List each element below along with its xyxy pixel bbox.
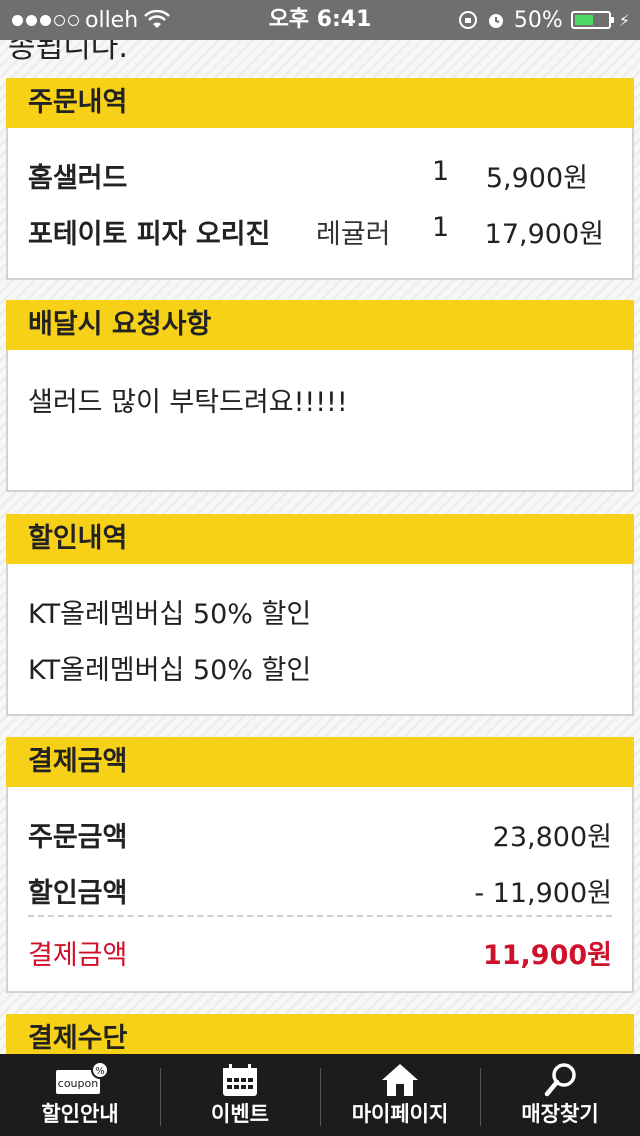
order-section-title: 주문내역 <box>6 78 634 128</box>
order-amount-label: 주문금액 <box>28 822 128 853</box>
request-section-title: 배달시 요청사항 <box>6 300 634 350</box>
tab-discount-info[interactable]: % coupon 할인안내 <box>0 1054 160 1136</box>
request-section: 배달시 요청사항 샐러드 많이 부탁드려요!!!!! <box>6 300 634 492</box>
request-text: 샐러드 많이 부탁드려요!!!!! <box>28 387 348 418</box>
total-amount-label: 결제금액 <box>28 940 128 971</box>
battery-percent: 50% <box>513 7 563 33</box>
search-icon <box>544 1063 576 1097</box>
order-item-qty: 1 <box>432 212 450 243</box>
tab-label: 이벤트 <box>211 1102 269 1126</box>
divider <box>28 915 612 917</box>
tab-event[interactable]: 이벤트 <box>160 1054 320 1136</box>
total-amount-value: 11,900원 <box>482 940 612 971</box>
calendar-icon <box>223 1064 257 1096</box>
order-section: 주문내역 홈샐러드 1 5,900원 포테이토 피자 오리진 레귤러 1 17,… <box>6 78 634 280</box>
payment-section: 결제금액 주문금액 23,800원 할인금액 - 11,900원 결제금액 11… <box>6 737 634 993</box>
coupon-icon: % coupon <box>56 1062 109 1094</box>
order-item-price: 5,900원 <box>485 163 588 194</box>
rotation-lock-icon <box>458 11 477 29</box>
order-item: 포테이토 피자 오리진 레귤러 1 17,900원 <box>28 212 612 252</box>
order-item-name: 포테이토 피자 오리진 <box>28 219 271 250</box>
total-amount-row: 결제금액 11,900원 <box>28 933 612 973</box>
discount-amount-value: - 11,900원 <box>474 878 612 909</box>
home-icon <box>382 1064 418 1096</box>
tab-mypage[interactable]: 마이페이지 <box>320 1054 480 1136</box>
battery-icon <box>570 11 614 29</box>
order-item-name: 홈샐러드 <box>28 163 128 194</box>
order-amount-row: 주문금액 23,800원 <box>28 815 612 855</box>
svg-text:%: % <box>95 1066 105 1077</box>
charging-icon: ⚡ <box>618 10 630 30</box>
tab-store-finder[interactable]: 매장찾기 <box>480 1054 640 1136</box>
request-box: 샐러드 많이 부탁드려요!!!!! <box>6 350 634 492</box>
discount-section: 할인내역 KT올레멤버십 50% 할인 KT올레멤버십 50% 할인 <box>6 514 634 716</box>
discount-list: KT올레멤버십 50% 할인 KT올레멤버십 50% 할인 <box>6 564 634 716</box>
tab-label: 마이페이지 <box>351 1102 449 1126</box>
svg-text:coupon: coupon <box>58 1077 98 1090</box>
tab-label: 할인안내 <box>41 1102 119 1126</box>
discount-item: KT올레멤버십 50% 할인 <box>28 599 312 630</box>
tab-label: 매장찾기 <box>521 1102 599 1126</box>
discount-item: KT올레멤버십 50% 할인 <box>28 655 312 686</box>
discount-section-title: 할인내역 <box>6 514 634 564</box>
discount-amount-row: 할인금액 - 11,900원 <box>28 871 612 911</box>
order-amount-value: 23,800원 <box>492 822 612 853</box>
status-bar: olleh 오후 6:41 50% ⚡ <box>0 0 640 40</box>
order-item-qty: 1 <box>432 156 450 187</box>
payment-section-title: 결제금액 <box>6 737 634 787</box>
alarm-icon <box>488 14 503 28</box>
order-item: 홈샐러드 1 5,900원 <box>28 156 612 196</box>
discount-amount-label: 할인금액 <box>28 878 128 909</box>
tab-bar: % coupon 할인안내 이벤트 마이페이지 매장찾기 <box>0 1054 640 1136</box>
order-item-option: 레귤러 <box>316 219 391 250</box>
payment-summary: 주문금액 23,800원 할인금액 - 11,900원 결제금액 11,900원 <box>6 787 634 993</box>
order-list: 홈샐러드 1 5,900원 포테이토 피자 오리진 레귤러 1 17,900원 <box>6 128 634 280</box>
order-item-price: 17,900원 <box>484 219 604 250</box>
